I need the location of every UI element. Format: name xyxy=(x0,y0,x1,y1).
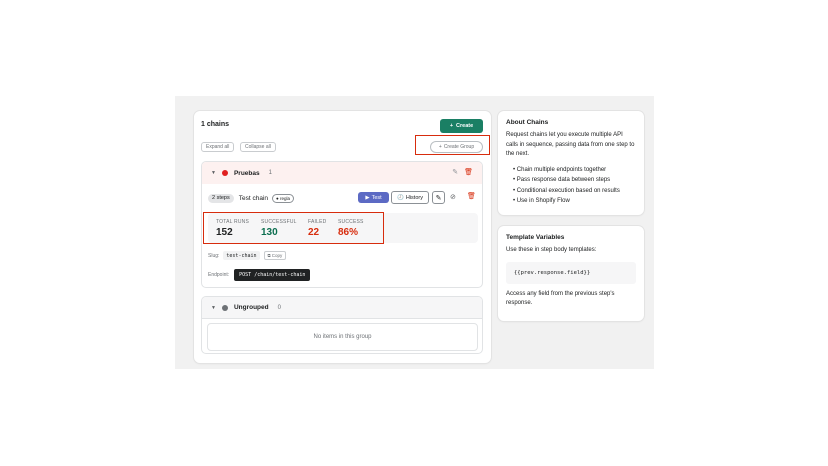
chains-count: 1 chains xyxy=(201,121,230,128)
slug-label: Slug: xyxy=(208,252,220,259)
group-ungrouped: ▼ Ungrouped 0 No items in this group xyxy=(201,296,483,354)
about-chains-card: About Chains Request chains let you exec… xyxy=(498,111,644,215)
copy-button[interactable]: ⧉ Copy xyxy=(263,251,287,260)
copy-label: Copy xyxy=(271,253,283,258)
template-variables-card: Template Variables Use these in step bod… xyxy=(498,226,644,321)
stat-successful: SUCCESSFUL 130 xyxy=(261,219,297,238)
trash-icon[interactable]: 🗑 xyxy=(464,168,473,176)
list-item: Use in Shopify Flow xyxy=(513,196,636,207)
chain-name: Test chain xyxy=(238,194,269,202)
create-button-label: Create xyxy=(456,123,474,129)
group-name: Pruebas xyxy=(233,169,260,177)
list-item: Pass response data between steps xyxy=(513,175,636,186)
vars-intro: Use these in step body templates: xyxy=(506,247,597,253)
vars-title: Template Variables xyxy=(506,234,565,241)
test-button[interactable]: ▶ Test xyxy=(358,192,389,203)
slug-row: Slug: test-chain ⧉ Copy xyxy=(208,251,287,260)
collapse-all-button[interactable]: Collapse all xyxy=(240,142,276,152)
create-button[interactable]: + Create xyxy=(440,119,483,133)
stat-failed: FAILED 22 xyxy=(308,219,327,238)
caret-down-icon[interactable]: ▼ xyxy=(211,305,216,311)
list-item: Conditional execution based on results xyxy=(513,186,636,197)
clock-icon: 🕘 xyxy=(397,194,404,201)
caret-down-icon[interactable]: ▼ xyxy=(211,170,216,176)
trash-icon[interactable]: 🗑 xyxy=(467,192,476,200)
group-count: 1 xyxy=(268,170,272,176)
edit-chain-button[interactable]: ✎ xyxy=(432,191,445,204)
template-code: {{prev.response.field}} xyxy=(506,261,636,284)
chains-card: 1 chains + Create Expand all Collapse al… xyxy=(194,111,491,363)
status-dot xyxy=(221,304,228,311)
create-group-button[interactable]: + Create Group xyxy=(430,141,483,153)
check-circle-icon[interactable]: ⊘ xyxy=(450,193,456,201)
test-label: Test xyxy=(371,194,382,201)
list-item: Chain multiple endpoints together xyxy=(513,165,636,176)
feature-list: Chain multiple endpoints together Pass r… xyxy=(506,165,636,207)
empty-state: No items in this group xyxy=(207,323,478,351)
about-description: Request chains let you execute multiple … xyxy=(506,132,635,157)
group-pruebas: ▼ Pruebas 1 ✎ 🗑 2 steps Test chain ● reg… xyxy=(201,161,483,288)
group-header[interactable]: ▼ Ungrouped 0 xyxy=(202,297,482,319)
create-group-label: Create Group xyxy=(443,144,475,150)
group-count: 0 xyxy=(277,304,281,311)
chain-row: 2 steps Test chain ● regla ▶ Test 🕘 Hist… xyxy=(208,191,478,205)
status-dot xyxy=(221,170,228,176)
group-header[interactable]: ▼ Pruebas 1 ✎ 🗑 xyxy=(202,162,482,184)
steps-badge: 2 steps xyxy=(208,193,234,203)
pencil-icon[interactable]: ✎ xyxy=(452,168,458,176)
tag-badge: ● regla xyxy=(272,193,294,203)
endpoint-row: Endpoint: POST /chain/test-chain xyxy=(208,269,311,281)
endpoint-label: Endpoint: xyxy=(208,272,230,278)
stats-box: TOTAL RUNS 152 SUCCESSFUL 130 FAILED 22 … xyxy=(208,213,478,243)
endpoint-value: POST /chain/test-chain xyxy=(234,269,311,281)
vars-footer: Access any field from the previous step'… xyxy=(506,290,615,307)
plus-icon: + xyxy=(438,144,442,150)
tag-label: regla xyxy=(279,195,290,201)
plus-icon: + xyxy=(449,123,454,129)
play-icon: ▶ xyxy=(365,194,370,201)
history-button[interactable]: 🕘 History xyxy=(391,191,429,204)
stat-total-runs: TOTAL RUNS 152 xyxy=(216,219,250,238)
history-label: History xyxy=(405,194,423,201)
stat-success-rate: SUCCESS 86% xyxy=(338,219,364,238)
expand-all-button[interactable]: Expand all xyxy=(201,142,235,152)
pencil-icon: ✎ xyxy=(435,194,442,202)
group-name: Ungrouped xyxy=(233,304,269,311)
about-title: About Chains xyxy=(506,119,549,126)
slug-value: test-chain xyxy=(223,251,260,260)
copy-icon: ⧉ xyxy=(267,253,271,258)
